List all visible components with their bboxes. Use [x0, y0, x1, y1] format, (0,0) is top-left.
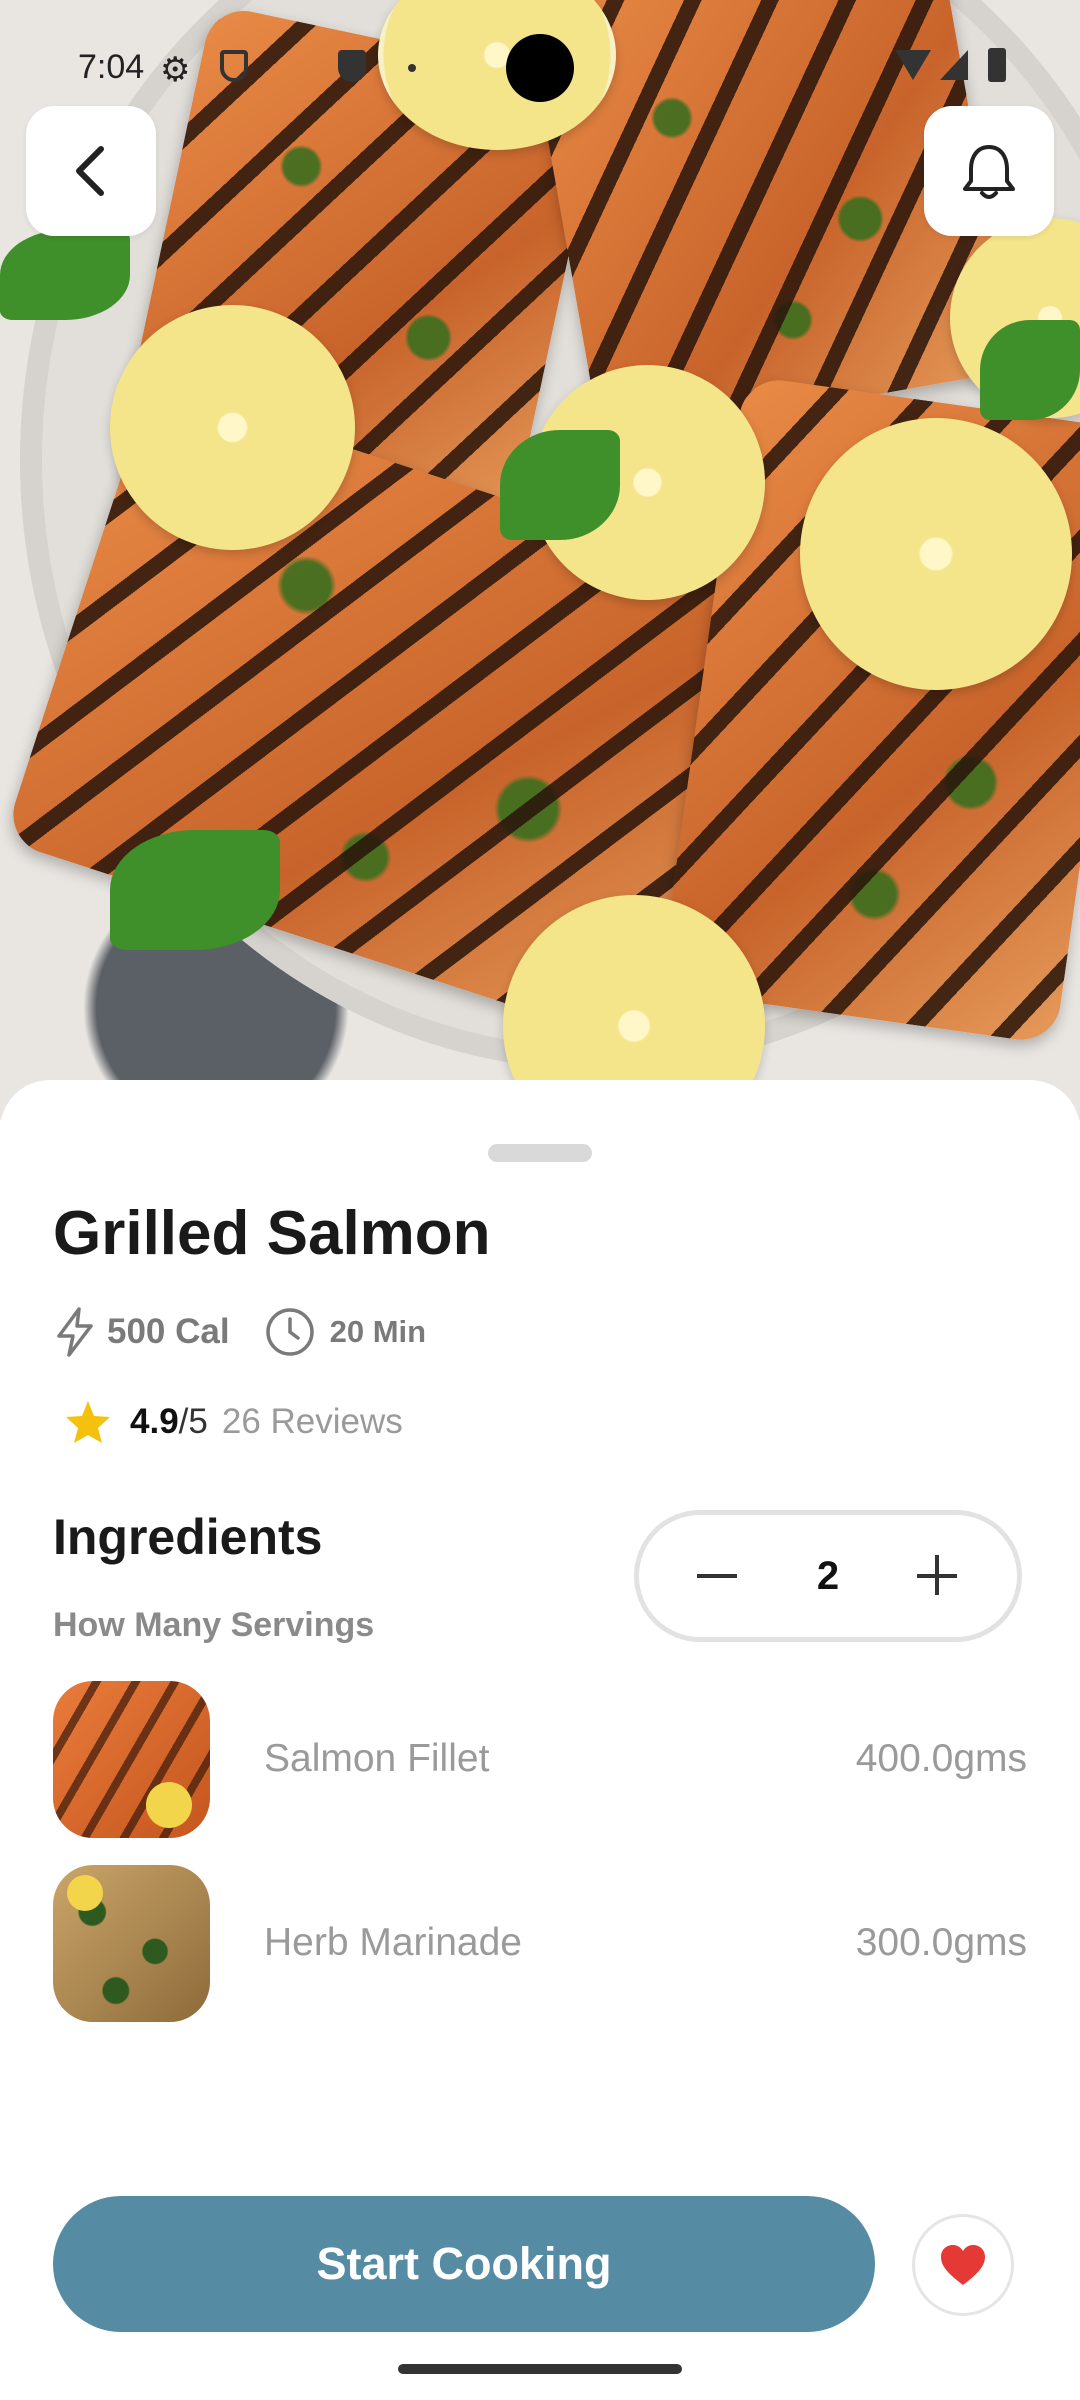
vpn-icon	[338, 50, 366, 82]
servings-label: How Many Servings	[53, 1606, 375, 1644]
recipe-details-sheet: Grilled Salmon 500 Cal 20 Min 4.9 /5 26 …	[0, 1080, 1080, 2400]
back-button[interactable]	[26, 106, 156, 236]
notification-dot-icon	[408, 64, 416, 72]
front-camera	[506, 34, 574, 102]
ingredient-name: Salmon Fillet	[264, 1737, 490, 1780]
sheet-drag-handle[interactable]	[488, 1144, 592, 1162]
recipe-meta: 500 Cal 20 Min	[53, 1302, 426, 1362]
increase-servings-button[interactable]	[917, 1555, 959, 1597]
ingredient-item: Salmon Fillet 400.0gms	[53, 1680, 1027, 1838]
parsley	[0, 230, 130, 320]
wifi-icon	[895, 50, 931, 80]
reviews-count[interactable]: 26 Reviews	[222, 1402, 403, 1442]
ingredient-thumbnail	[53, 1864, 210, 2022]
lemon-slice	[800, 418, 1072, 690]
ingredient-item: Herb Marinade 300.0gms	[53, 1864, 1027, 2022]
recipe-hero-image	[0, 0, 1080, 1120]
heart-icon	[941, 2245, 985, 2285]
signal-icon	[940, 50, 968, 80]
ingredient-quantity: 400.0gms	[855, 1737, 1027, 1780]
shield-icon	[220, 50, 248, 82]
rating-row: 4.9 /5 26 Reviews	[64, 1392, 403, 1452]
chevron-left-icon	[76, 146, 104, 196]
status-bar: 7:04 ⚙	[0, 0, 1080, 130]
ingredient-quantity: 300.0gms	[855, 1921, 1027, 1964]
bell-icon	[963, 145, 1015, 199]
clock-icon	[265, 1308, 314, 1356]
servings-stepper: 2	[634, 1510, 1022, 1642]
calories-value: 500 Cal	[107, 1312, 230, 1351]
settings-icon: ⚙	[160, 51, 191, 89]
parsley	[980, 320, 1080, 420]
duration-value: 20 Min	[329, 1314, 427, 1349]
notifications-button[interactable]	[924, 106, 1054, 236]
parsley	[500, 430, 620, 540]
ingredient-thumbnail	[53, 1680, 210, 1838]
home-indicator[interactable]	[398, 2364, 682, 2374]
ingredients-heading: Ingredients	[53, 1509, 323, 1565]
ingredient-name: Herb Marinade	[264, 1921, 522, 1964]
star-icon	[66, 1401, 110, 1443]
lemon-slice	[110, 305, 355, 550]
rating-score: 4.9	[130, 1402, 179, 1441]
lightning-icon	[57, 1307, 93, 1357]
status-time: 7:04	[78, 48, 145, 86]
decrease-servings-button[interactable]	[697, 1555, 739, 1597]
recipe-title: Grilled Salmon	[53, 1199, 491, 1268]
start-cooking-button[interactable]: Start Cooking	[53, 2196, 875, 2332]
servings-count: 2	[816, 1553, 840, 1598]
battery-icon	[988, 48, 1006, 82]
favorite-button[interactable]	[912, 2214, 1014, 2316]
parsley	[110, 830, 280, 950]
rating-scale: /5	[178, 1402, 208, 1441]
